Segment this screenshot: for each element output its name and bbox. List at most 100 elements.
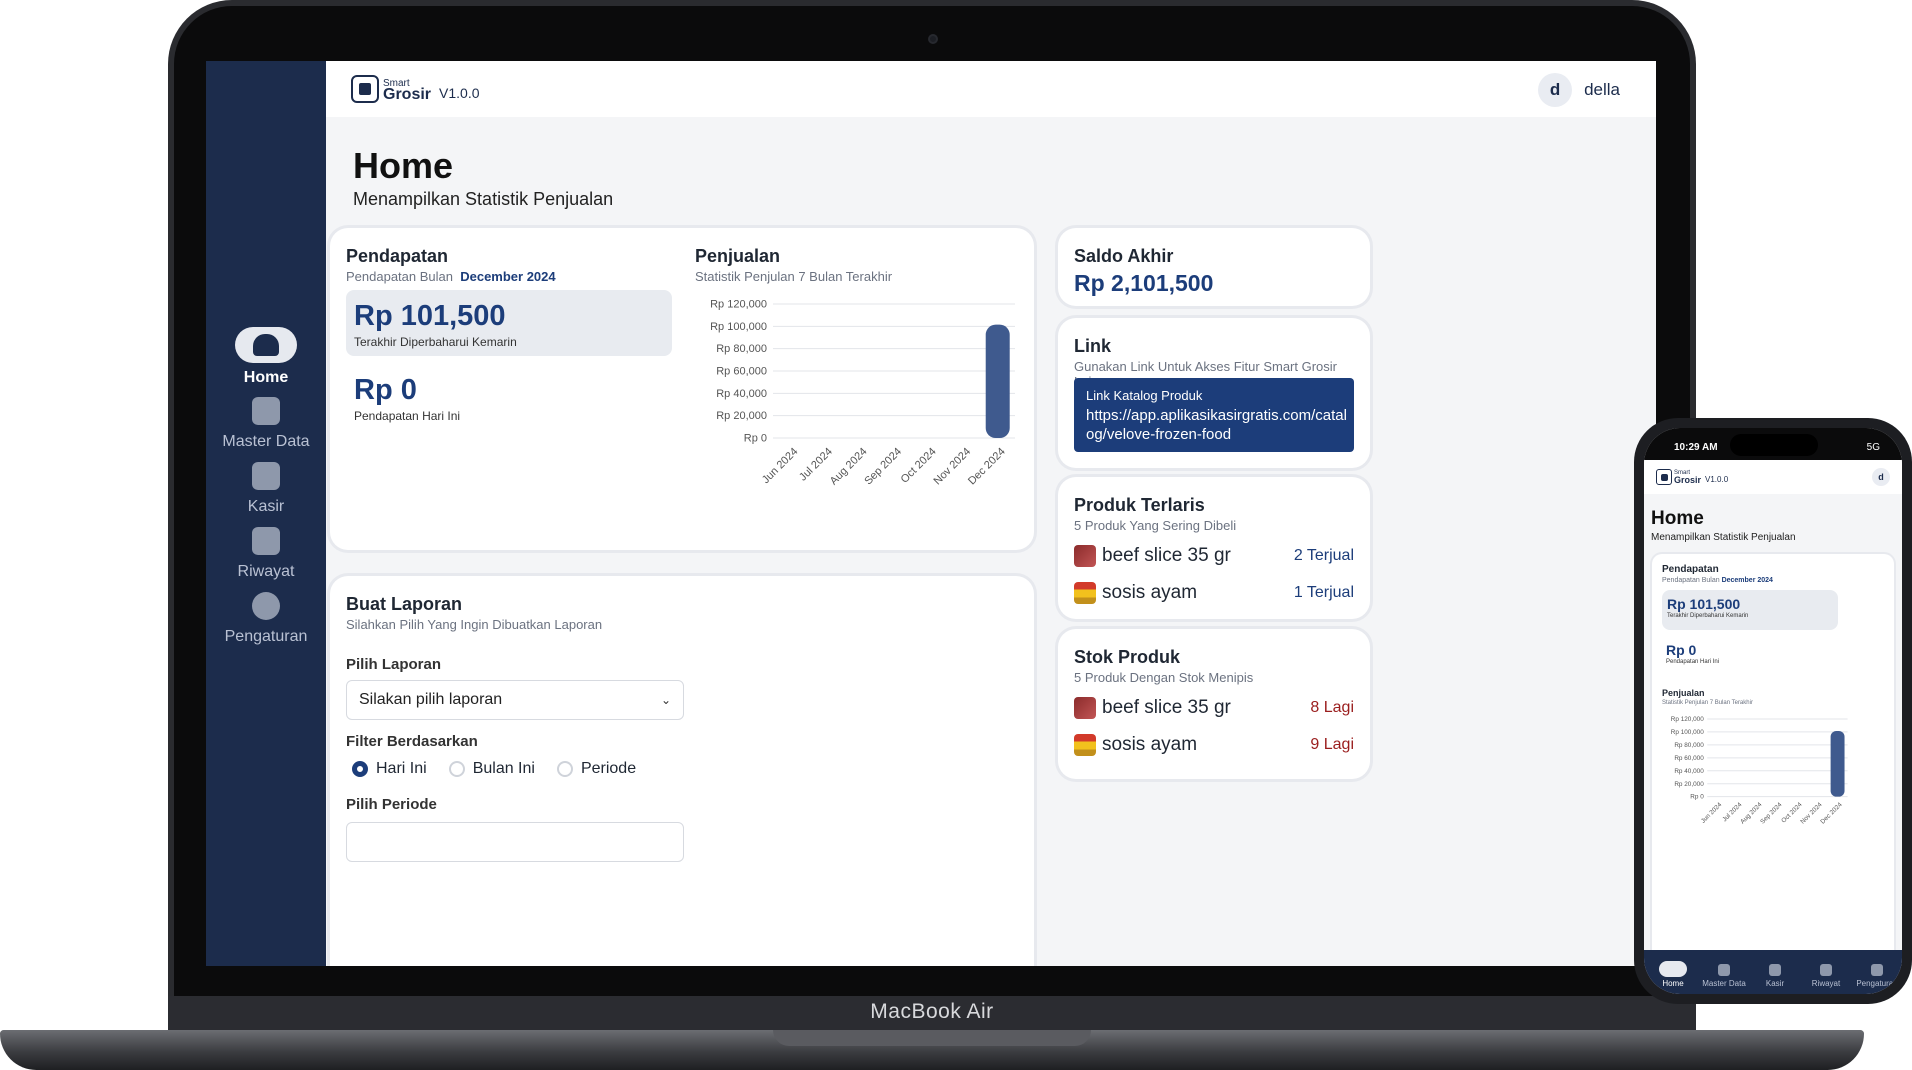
- stats-card: Pendapatan Pendapatan Bulan December 202…: [330, 228, 1034, 550]
- report-subtitle: Silahkan Pilih Yang Ingin Dibuatkan Lapo…: [346, 617, 603, 632]
- stok-title: Stok Produk: [1074, 647, 1181, 667]
- phone-status-bar: 10:29 AM 5G: [1644, 428, 1902, 460]
- stok-subtitle: 5 Produk Dengan Stok Menipis: [1074, 670, 1254, 685]
- dynamic-island: [1730, 434, 1818, 456]
- x-tick-label: Jun 2024: [760, 446, 800, 486]
- chart-bar: [1830, 730, 1845, 797]
- laptop-chin: MacBook Air: [168, 996, 1696, 1030]
- today-income-label: Pendapatan Hari Ini: [354, 409, 461, 423]
- phone-bottom-nav: Home Master Data Kasir Riwayat Pengatura…: [1644, 950, 1902, 994]
- home-icon: [1659, 961, 1687, 977]
- stock-count: 9 Lagi: [1310, 736, 1354, 753]
- monthly-income-box: Rp 101,500 Terakhir Diperbaharui Kemarin: [346, 290, 672, 356]
- page-title: Home: [1651, 508, 1704, 529]
- product-thumbnail: [1074, 545, 1096, 567]
- y-tick-label: Rp 40,000: [1674, 768, 1704, 775]
- app-screen: Home Master Data Kasir Riwayat Pengatura…: [206, 61, 1656, 966]
- sidebar-item-riwayat[interactable]: Riwayat: [206, 527, 326, 581]
- catalog-link[interactable]: Link Katalog Produk https://app.aplikasi…: [1074, 378, 1354, 452]
- sidebar-item-master-data[interactable]: Master Data: [206, 397, 326, 451]
- stock-count: 8 Lagi: [1310, 699, 1354, 716]
- radio-periode[interactable]: Periode: [556, 760, 636, 778]
- history-icon: [1820, 964, 1832, 976]
- app-logo[interactable]: Smart Grosir V1.0.0: [351, 75, 480, 103]
- stats-card: Pendapatan Pendapatan Bulan December 202…: [1652, 554, 1894, 976]
- list-item[interactable]: sosis ayam 1 Terjual: [1074, 582, 1354, 604]
- sidebar-item-home[interactable]: Home: [206, 327, 326, 387]
- pendapatan-title: Pendapatan: [346, 246, 449, 266]
- signal-icon: 5G: [1866, 442, 1880, 453]
- saldo-amount: Rp 2,101,500: [1074, 270, 1214, 296]
- saldo-card: Saldo Akhir Rp 2,101,500: [1058, 228, 1370, 306]
- radio-unchecked-icon: [556, 761, 573, 777]
- phone-frame: 10:29 AM 5G Smart Grosir V1.0.0 d Home M…: [1634, 418, 1912, 1004]
- sales-chart: Rp 120,000 Rp 100,000 Rp 80,000 Rp 60,000 Rp…: [1671, 716, 1848, 826]
- product-thumbnail: [1074, 734, 1096, 756]
- laptop-hinge: [773, 1030, 1091, 1046]
- y-tick-label: Rp 80,000: [1674, 742, 1704, 749]
- x-tick-label: Jun 2024: [1700, 801, 1724, 825]
- radio-hari-ini[interactable]: Hari Ini: [352, 760, 427, 778]
- nav-master-data[interactable]: Master Data: [1699, 964, 1749, 988]
- nav-riwayat[interactable]: Riwayat: [1801, 964, 1851, 988]
- sidebar-item-kasir[interactable]: Kasir: [206, 462, 326, 516]
- list-item[interactable]: sosis ayam 9 Lagi: [1074, 734, 1354, 756]
- sidebar-item-label: Riwayat: [237, 563, 295, 580]
- avatar[interactable]: d: [1538, 73, 1573, 107]
- y-tick-label: Rp 120,000: [1671, 716, 1704, 723]
- box-icon: [1718, 964, 1730, 976]
- sidebar-item-pengaturan[interactable]: Pengaturan: [206, 592, 326, 646]
- periode-input[interactable]: [346, 822, 684, 862]
- status-time: 10:29 AM: [1674, 442, 1718, 453]
- today-income-amount: Rp 0: [354, 374, 417, 406]
- y-tick-label: Rp 20,000: [716, 410, 767, 422]
- app-logo[interactable]: Smart Grosir V1.0.0: [1656, 469, 1728, 485]
- camera-icon: [928, 34, 938, 44]
- page-title: Home: [353, 145, 454, 186]
- catalog-link-url[interactable]: https://app.aplikasikasirgratis.com/cata…: [1086, 406, 1347, 444]
- page-subtitle: Menampilkan Statistik Penjualan: [353, 189, 614, 209]
- nav-pengaturan[interactable]: Pengaturan: [1852, 964, 1902, 988]
- report-title: Buat Laporan: [346, 594, 463, 614]
- avatar[interactable]: d: [1872, 468, 1890, 486]
- box-icon: [252, 397, 280, 425]
- phone-screen: 10:29 AM 5G Smart Grosir V1.0.0 d Home M…: [1644, 428, 1902, 994]
- y-tick-label: Rp 60,000: [716, 366, 767, 378]
- list-item[interactable]: beef slice 35 gr 8 Lagi: [1074, 697, 1354, 719]
- sidebar: Home Master Data Kasir Riwayat Pengatura…: [206, 61, 326, 966]
- penjualan-title: Penjualan: [695, 246, 781, 266]
- radio-unchecked-icon: [448, 761, 465, 777]
- y-tick-label: Rp 100,000: [710, 321, 767, 333]
- report-select-value: Silakan pilih laporan: [359, 691, 503, 708]
- x-tick-label: Sep 2024: [1759, 801, 1784, 826]
- filter-label: Filter Berdasarkan: [346, 733, 478, 750]
- user-menu[interactable]: d della: [1538, 73, 1620, 107]
- list-item[interactable]: beef slice 35 gr 2 Terjual: [1074, 545, 1354, 567]
- catalog-link-label: Link Katalog Produk: [1086, 388, 1203, 403]
- gear-icon: [1871, 964, 1883, 976]
- sold-count: 1 Terjual: [1293, 584, 1354, 601]
- radio-bulan-ini[interactable]: Bulan Ini: [448, 760, 535, 778]
- y-tick-label: Rp 40,000: [716, 388, 767, 400]
- y-tick-label: Rp 60,000: [1674, 755, 1704, 762]
- sales-chart: Rp 120,000 Rp 100,000 Rp 80,000 Rp 60,000 Rp…: [710, 299, 1015, 488]
- sidebar-item-label: Pengaturan: [224, 628, 308, 645]
- box-logo-icon: [351, 75, 379, 103]
- saldo-title: Saldo Akhir: [1074, 246, 1174, 266]
- nav-kasir[interactable]: Kasir: [1750, 964, 1800, 988]
- filter-radio-group: Hari Ini Bulan Ini Periode: [352, 760, 636, 778]
- product-thumbnail: [1074, 582, 1096, 604]
- y-tick-label: Rp 0: [1690, 794, 1704, 801]
- monthly-income-box: Rp 101,500 Terakhir Diperbaharui Kemarin: [1662, 590, 1838, 630]
- terlaris-card: Produk Terlaris 5 Produk Yang Sering Dib…: [1058, 477, 1370, 619]
- history-icon: [252, 527, 280, 555]
- username: della: [1584, 80, 1620, 99]
- x-tick-label: Dec 2024: [1819, 801, 1844, 826]
- box-logo-icon: [1656, 469, 1672, 485]
- sidebar-item-label: Kasir: [247, 498, 285, 515]
- report-select[interactable]: Silakan pilih laporan ⌄: [346, 680, 684, 720]
- phone-topbar: Smart Grosir V1.0.0 d: [1644, 460, 1902, 494]
- home-icon: [235, 327, 297, 363]
- nav-home[interactable]: Home: [1648, 961, 1698, 988]
- x-tick-label: Dec 2024: [966, 446, 1008, 488]
